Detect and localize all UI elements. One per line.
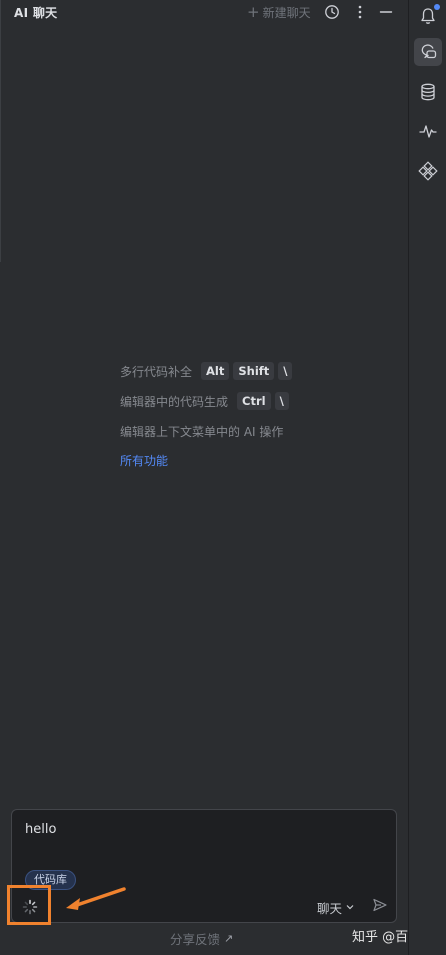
- new-chat-button[interactable]: + 新建聊天: [247, 3, 311, 21]
- send-icon: [373, 898, 387, 912]
- pulse-icon[interactable]: [414, 117, 442, 145]
- bell-icon[interactable]: [414, 2, 442, 30]
- chat-input-text[interactable]: hello: [25, 822, 56, 837]
- hint-label: 多行代码补全: [120, 364, 193, 379]
- shortcut-key: \: [278, 362, 293, 380]
- feedback-label: 分享反馈: [170, 932, 221, 947]
- panel-divider: [0, 0, 1, 262]
- annotation-arrow-icon: [66, 887, 126, 910]
- ai-chat-panel: AI 聊天 + 新建聊天 多行代码补全 Alt Shift \ 编辑器中的代码生…: [0, 0, 434, 955]
- send-button[interactable]: [371, 896, 389, 914]
- notification-dot: [434, 4, 440, 10]
- minimize-icon[interactable]: [377, 3, 395, 21]
- shortcut-key: \: [274, 392, 289, 410]
- right-toolbar: [408, 0, 446, 955]
- chevron-down-icon: [345, 900, 355, 915]
- annotation-highlight-box: [7, 885, 51, 925]
- shortcut-key: Alt: [201, 362, 230, 380]
- shortcut-key: Shift: [233, 362, 275, 380]
- chat-mode-value: 聊天: [317, 900, 343, 916]
- external-link-icon: ↗: [224, 932, 234, 945]
- history-icon[interactable]: [323, 3, 341, 21]
- share-feedback-link[interactable]: 分享反馈 ↗: [170, 929, 233, 948]
- hint-label: 编辑器上下文菜单中的 AI 操作: [120, 424, 284, 439]
- panel-header: AI 聊天 + 新建聊天: [0, 0, 408, 26]
- hint-label: 编辑器中的代码生成: [120, 394, 229, 409]
- chat-mode-dropdown[interactable]: 聊天: [317, 898, 355, 916]
- all-features-link[interactable]: 所有功能: [120, 451, 380, 471]
- plugins-icon[interactable]: [414, 157, 442, 185]
- shortcut-key: Ctrl: [237, 392, 271, 410]
- empty-state-hints: 多行代码补全 Alt Shift \ 编辑器中的代码生成 Ctrl \ 编辑器上…: [120, 361, 380, 471]
- more-icon[interactable]: [351, 3, 369, 21]
- app-window: AI 聊天 + 新建聊天 多行代码补全 Alt Shift \ 编辑器中的代码生…: [0, 0, 446, 955]
- hint-context-menu-actions: 编辑器上下文菜单中的 AI 操作: [120, 421, 380, 441]
- plus-icon: +: [247, 3, 260, 21]
- new-chat-label: 新建聊天: [262, 5, 311, 20]
- hint-code-generation: 编辑器中的代码生成 Ctrl \: [120, 391, 380, 411]
- hint-multiline-completion: 多行代码补全 Alt Shift \: [120, 361, 380, 381]
- ai-chat-icon[interactable]: [414, 38, 442, 66]
- database-icon[interactable]: [414, 78, 442, 106]
- panel-title: AI 聊天: [14, 6, 58, 20]
